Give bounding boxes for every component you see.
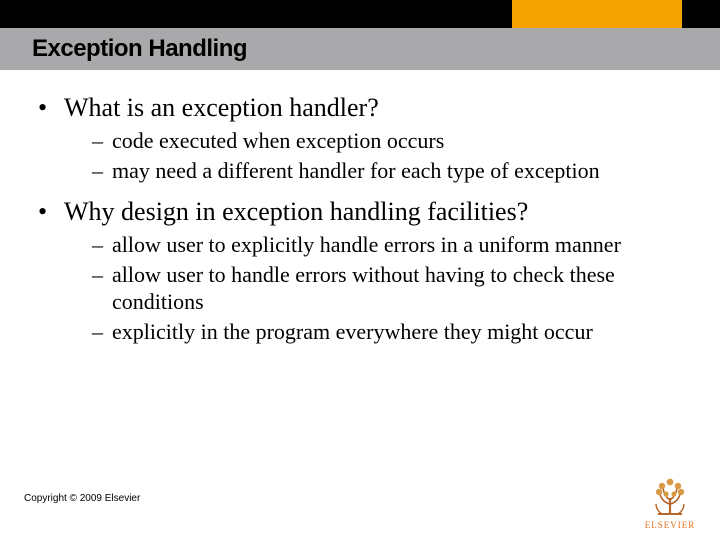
bullet-text: What is an exception handler? [64, 93, 379, 122]
copyright-text: Copyright © 2009 Elsevier [24, 493, 140, 504]
sub-bullet-item: allow user to handle errors without havi… [92, 261, 678, 316]
title-bar: Exception Handling [0, 28, 720, 70]
sub-bullet-list: allow user to explicitly handle errors i… [92, 231, 678, 345]
content-area: What is an exception handler? code execu… [38, 90, 678, 355]
sub-bullet-item: may need a different handler for each ty… [92, 157, 678, 185]
bullet-item: What is an exception handler? code execu… [38, 90, 678, 184]
bullet-list: What is an exception handler? code execu… [38, 90, 678, 345]
sub-bullet-text: allow user to handle errors without havi… [112, 262, 615, 315]
sub-bullet-text: code executed when exception occurs [112, 128, 444, 153]
sub-bullet-list: code executed when exception occurs may … [92, 127, 678, 184]
elsevier-tree-icon [648, 474, 692, 518]
bullet-text: Why design in exception handling facilit… [64, 197, 528, 226]
sub-bullet-text: may need a different handler for each ty… [112, 158, 600, 183]
sub-bullet-item: allow user to explicitly handle errors i… [92, 231, 678, 259]
slide-title: Exception Handling [0, 35, 247, 63]
publisher-logo: ELSEVIER [638, 474, 702, 530]
sub-bullet-item: explicitly in the program everywhere the… [92, 318, 678, 346]
sub-bullet-text: explicitly in the program everywhere the… [112, 319, 593, 344]
sub-bullet-item: code executed when exception occurs [92, 127, 678, 155]
bullet-item: Why design in exception handling facilit… [38, 194, 678, 345]
sub-bullet-text: allow user to explicitly handle errors i… [112, 232, 621, 257]
logo-caption: ELSEVIER [638, 520, 702, 530]
header-orange-accent [512, 0, 682, 28]
